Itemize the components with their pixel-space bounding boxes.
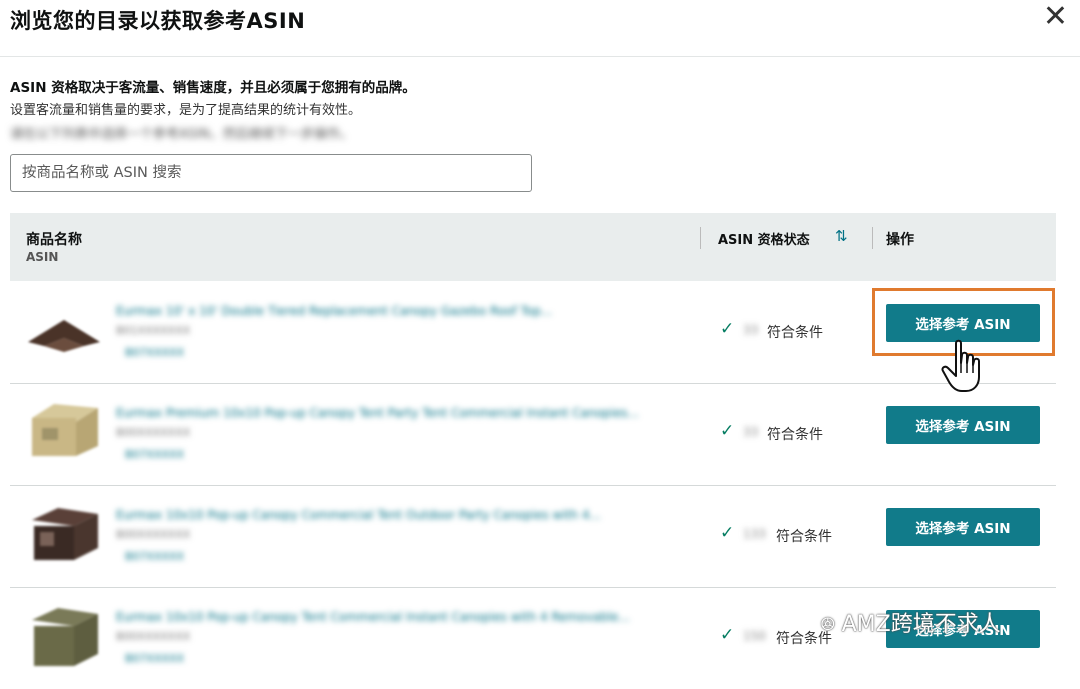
table-row: Eurmax Premium 10x10 Pop-up Canopy Tent …: [10, 384, 1056, 486]
product-sku: B00XXXXXXX: [116, 528, 191, 541]
check-icon: ✓: [720, 421, 735, 441]
product-asin-link[interactable]: B07XXXXX: [125, 346, 184, 359]
product-thumbnail: [32, 404, 98, 456]
table-row: Eurmax 10x10 Pop-up Canopy Tent Commerci…: [10, 588, 1056, 689]
status-eligible: 符合条件: [776, 529, 832, 545]
modal-title: 浏览您的目录以获取参考ASIN: [10, 9, 306, 33]
product-title[interactable]: Eurmax Premium 10x10 Pop-up Canopy Tent …: [116, 406, 639, 420]
product-sku: B00XXXXXXX: [116, 426, 191, 439]
wechat-logo-icon: ꔮ: [820, 612, 836, 636]
product-sku: B01XXXXXXX: [116, 324, 191, 337]
select-reference-asin-button[interactable]: 选择参考 ASIN: [886, 508, 1040, 546]
column-divider: [700, 227, 701, 249]
product-title[interactable]: Eurmax 10x10 Pop-up Canopy Commercial Te…: [116, 508, 601, 522]
column-header-action: 操作: [886, 232, 914, 248]
product-title[interactable]: Eurmax 10x10 Pop-up Canopy Tent Commerci…: [116, 610, 630, 624]
status-eligible: 符合条件: [767, 427, 823, 443]
eligibility-note: ASIN 资格取决于客流量、销售速度，并且必须属于您拥有的品牌。: [10, 80, 416, 96]
hand-pointer-icon: [941, 339, 980, 392]
product-sku: B00XXXXXXX: [116, 630, 191, 643]
product-asin-link[interactable]: B07XXXXX: [125, 652, 184, 665]
product-thumbnail: [28, 320, 100, 352]
search-input[interactable]: [10, 154, 532, 192]
blurred-note: 请在以下列表中选择一个参考ASIN，然后继续下一步操作。: [10, 127, 353, 142]
product-title[interactable]: Eurmax 10' x 10' Double Tiered Replaceme…: [116, 304, 552, 318]
check-icon: ✓: [720, 319, 735, 339]
column-header-asin: ASIN: [26, 250, 59, 264]
select-reference-asin-button[interactable]: 选择参考 ASIN: [886, 406, 1040, 444]
modal-header: 浏览您的目录以获取参考ASIN ✕: [0, 0, 1080, 57]
column-header-product-name: 商品名称: [26, 232, 82, 248]
status-count: 33: [743, 425, 759, 439]
product-asin-link[interactable]: B07XXXXX: [125, 550, 184, 563]
close-icon[interactable]: ✕: [1043, 2, 1068, 32]
sort-icon[interactable]: ⇅: [835, 227, 848, 245]
intro-text: ASIN 资格取决于客流量、销售速度，并且必须属于您拥有的品牌。 设置客流量和销…: [10, 76, 1070, 118]
watermark: ꔮ AMZ跨境不求人: [820, 606, 1001, 638]
check-icon: ✓: [720, 625, 735, 645]
status-eligible: 符合条件: [767, 325, 823, 341]
check-icon: ✓: [720, 523, 735, 543]
watermark-text: AMZ跨境不求人: [841, 612, 1001, 637]
column-divider: [872, 227, 873, 249]
product-asin-link[interactable]: B07XXXXX: [125, 448, 184, 461]
column-header-asin-status[interactable]: ASIN 资格状态: [718, 229, 810, 248]
status-count: 133: [743, 527, 766, 541]
product-thumbnail: [32, 608, 98, 666]
table-row: Eurmax 10x10 Pop-up Canopy Commercial Te…: [10, 486, 1056, 588]
product-thumbnail: [32, 508, 98, 560]
status-count: 33: [743, 323, 759, 337]
requirement-note: 设置客流量和销售量的要求，是为了提高结果的统计有效性。: [10, 103, 362, 118]
table-header: 商品名称 ASIN ASIN 资格状态 ⇅ 操作: [10, 213, 1056, 281]
status-count: 150: [743, 629, 766, 643]
